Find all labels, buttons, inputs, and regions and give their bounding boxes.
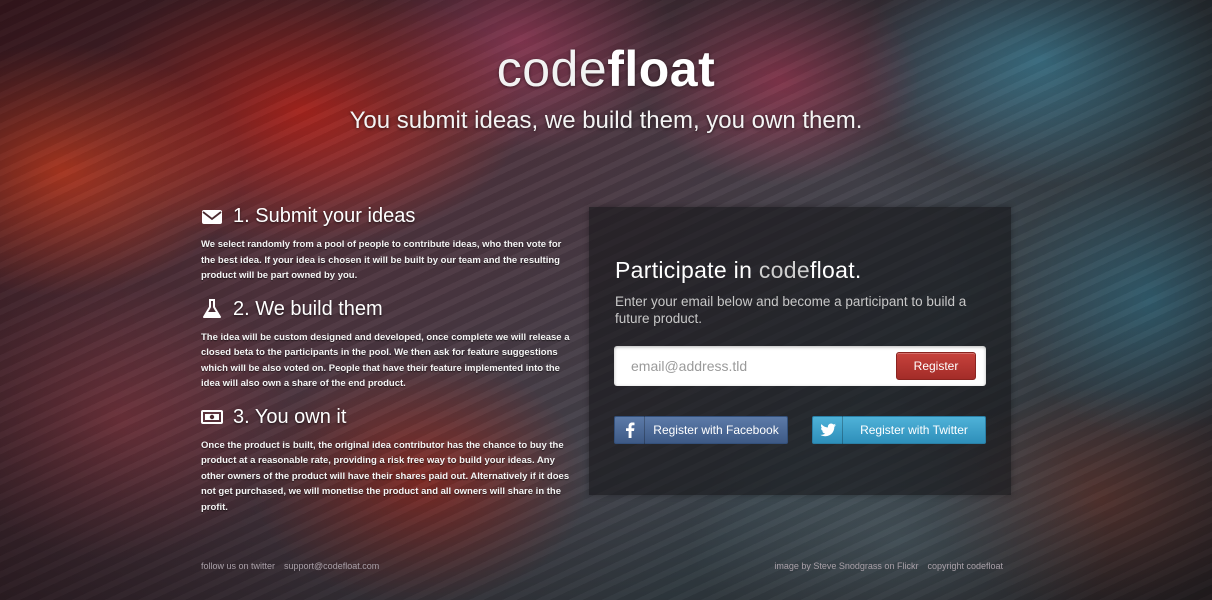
email-input[interactable] [614,346,884,386]
logo-bold: float [607,41,716,97]
step-title: 3. You own it [233,405,347,428]
image-credit-link[interactable]: image by Steve Snodgrass on Flickr [774,561,918,571]
facebook-register-button[interactable]: Register with Facebook [614,416,788,444]
panel-title-light: code [758,257,810,283]
panel-title-prefix: Participate in [615,257,759,283]
panel-description: Enter your email below and become a part… [615,294,967,326]
twitter-register-label: Register with Twitter [860,423,968,437]
step-text: We select randomly from a pool of people… [201,239,562,281]
step-heading: 3. You own it [201,406,571,429]
panel-title-bold: float. [809,257,862,283]
step-text: Once the product is built, the original … [201,439,570,513]
step-submit: 1. Submit your ideas We select randomly … [201,205,571,284]
support-email-link[interactable]: support@codefloat.com [284,561,379,571]
facebook-icon [615,416,645,444]
signup-panel: Participate in codefloat. Enter your ema… [589,207,1011,495]
logo-light: code [496,41,608,97]
tagline: You submit ideas, we build them, you own… [349,107,863,134]
step-text: The idea will be custom designed and dev… [201,331,570,390]
panel-title: Participate in codefloat. [615,257,862,284]
logo: codefloat [0,40,1212,98]
copyright-text: copyright codefloat [927,561,1003,571]
step-title: 1. Submit your ideas [233,205,416,227]
step-own: 3. You own it Once the product is built,… [201,406,571,516]
facebook-register-label: Register with Facebook [653,423,779,437]
step-build: 2. We build them The idea will be custom… [201,298,571,392]
register-button[interactable]: Register [896,352,976,380]
flask-icon [203,299,221,318]
envelope-icon [202,209,222,224]
follow-twitter-link[interactable]: follow us on twitter [201,561,275,571]
twitter-register-button[interactable]: Register with Twitter [812,416,986,444]
step-heading: 1. Submit your ideas [201,205,571,228]
footer-left: follow us on twitter support@codefloat.co… [201,561,388,571]
email-form: Register [614,346,986,386]
steps-section: 1. Submit your ideas We select randomly … [201,205,571,529]
step-title: 2. We build them [233,297,383,320]
money-icon [201,410,223,424]
step-heading: 2. We build them [201,298,571,321]
twitter-icon [813,416,843,444]
footer-right: image by Steve Snodgrass on Flickr copyri… [765,561,1003,571]
